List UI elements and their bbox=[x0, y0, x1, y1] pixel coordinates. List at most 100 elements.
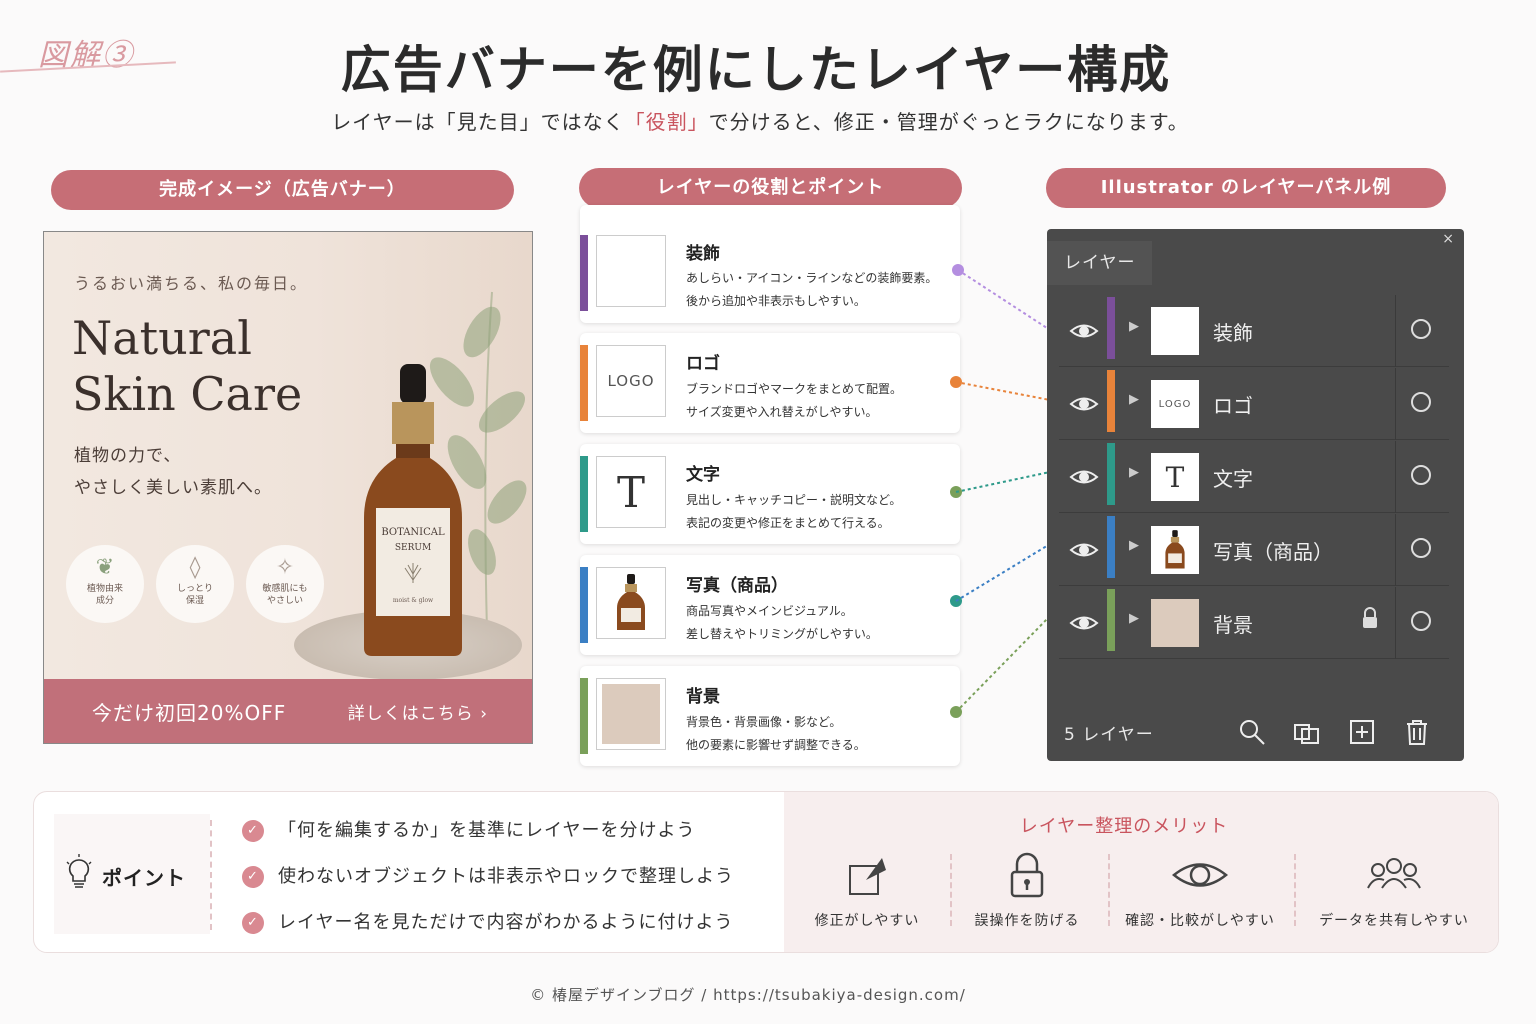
layer-row-decoration[interactable]: ▶ 装飾 bbox=[1059, 295, 1449, 367]
layer-color-bar bbox=[1107, 443, 1115, 505]
trash-icon[interactable] bbox=[1402, 717, 1432, 747]
close-icon[interactable]: × bbox=[1442, 231, 1454, 247]
check-icon: ✓ bbox=[242, 820, 264, 842]
role-desc-line1: 商品写真やメインビジュアル。 bbox=[686, 604, 853, 618]
bottle-label-1: BOTANICAL bbox=[381, 527, 445, 538]
bottle-thumb-icon bbox=[1165, 530, 1185, 569]
tip-text: 「何を編集するか」を基準にレイヤーを分けよう bbox=[278, 820, 696, 841]
role-color-strip bbox=[580, 345, 588, 421]
target-circle-icon[interactable] bbox=[1411, 319, 1431, 339]
eye-icon bbox=[1172, 863, 1228, 887]
layer-row-logo[interactable]: ▶ LOGO ロゴ bbox=[1059, 368, 1449, 440]
badge-line1: しっとり bbox=[176, 584, 213, 594]
banner-copy-line1: 植物の力で、 bbox=[74, 446, 182, 466]
banner-headline-line1: Natural bbox=[72, 311, 252, 365]
connector-decoration bbox=[957, 269, 1051, 331]
merit-divider bbox=[1294, 854, 1296, 926]
badge-moisture: ◊ しっとり 保湿 bbox=[156, 545, 234, 623]
role-description: 商品写真やメインビジュアル。 差し替えやトリミングがしやすい。 bbox=[686, 600, 956, 646]
role-desc-line1: ブランドロゴやマークをまとめて配置。 bbox=[686, 382, 903, 396]
target-circle-icon[interactable] bbox=[1411, 611, 1431, 631]
layer-row-text[interactable]: ▶ T 文字 bbox=[1059, 441, 1449, 513]
badge-line1: 敏感肌にも bbox=[262, 584, 308, 594]
eye-icon[interactable] bbox=[1069, 462, 1099, 492]
bottle-label-2: SERUM bbox=[395, 543, 431, 553]
layer-name[interactable]: 写真（商品） bbox=[1213, 536, 1333, 565]
layer-thumbnail: LOGO bbox=[1151, 380, 1199, 428]
layer-name[interactable]: 装飾 bbox=[1213, 317, 1253, 346]
lightbulb-icon bbox=[66, 854, 92, 888]
subtitle-before: レイヤーは「見た目」ではなく bbox=[331, 110, 625, 134]
eye-icon[interactable] bbox=[1069, 535, 1099, 565]
eye-icon[interactable] bbox=[1069, 389, 1099, 419]
panel-section-label: Illustrator のレイヤーパネル例 bbox=[1046, 168, 1446, 208]
eye-icon[interactable] bbox=[1069, 316, 1099, 346]
serum-bottle-image: BOTANICAL SERUM moist & glow bbox=[364, 364, 462, 656]
cta-details-link[interactable]: 詳しくはこちら › bbox=[348, 699, 488, 724]
badge-line2: 保湿 bbox=[185, 596, 204, 606]
new-layer-icon[interactable] bbox=[1347, 717, 1377, 747]
connector-text bbox=[955, 471, 1051, 493]
cta-bar[interactable]: 今だけ初回20%OFF 詳しくはこちら › bbox=[44, 679, 532, 743]
badge-plant-origin: ❦ 植物由来 成分 bbox=[66, 545, 144, 623]
people-icon bbox=[1367, 858, 1421, 889]
layer-row-photo[interactable]: ▶ 写真（商品） bbox=[1059, 514, 1449, 586]
role-desc-line2: 後から追加や非表示もしやすい。 bbox=[686, 294, 866, 308]
expand-triangle-icon[interactable]: ▶ bbox=[1129, 319, 1139, 334]
role-title: 写真（商品） bbox=[686, 576, 788, 596]
tip-item: ✓ 「何を編集するか」を基準にレイヤーを分けよう bbox=[242, 816, 695, 842]
role-title: 装飾 bbox=[686, 244, 720, 264]
target-circle-icon[interactable] bbox=[1411, 465, 1431, 485]
expand-triangle-icon[interactable]: ▶ bbox=[1129, 611, 1139, 626]
expand-triangle-icon[interactable]: ▶ bbox=[1129, 538, 1139, 553]
edit-icon bbox=[849, 858, 886, 895]
search-icon[interactable] bbox=[1237, 717, 1267, 747]
expand-triangle-icon[interactable]: ▶ bbox=[1129, 465, 1139, 480]
layer-separator bbox=[1395, 514, 1396, 586]
role-desc-line1: あしらい・アイコン・ラインなどの装飾要素。 bbox=[686, 271, 938, 285]
check-icon: ✓ bbox=[242, 912, 264, 934]
roles-section-label: レイヤーの役割とポイント bbox=[579, 168, 962, 208]
decoration-thumbnail bbox=[596, 235, 666, 307]
expand-triangle-icon[interactable]: ▶ bbox=[1129, 392, 1139, 407]
tip-item: ✓ レイヤー名を見ただけで内容がわかるように付けよう bbox=[242, 908, 733, 934]
check-icon: ✓ bbox=[242, 866, 264, 888]
page-subtitle: レイヤーは「見た目」ではなく「役割」で分けると、修正・管理がぐっとラクになります… bbox=[0, 106, 1520, 135]
role-color-strip bbox=[580, 678, 588, 754]
ad-banner: うるおい満ちる、私の毎日。 Natural Skin Care 植物の力で、 や… bbox=[43, 231, 533, 744]
photo-thumbnail bbox=[596, 567, 666, 639]
merits-title: レイヤー整理のメリット bbox=[1019, 816, 1229, 837]
layer-separator bbox=[1395, 587, 1396, 659]
tab-layers[interactable]: レイヤー bbox=[1047, 241, 1152, 285]
bottle-label-3: moist & glow bbox=[393, 597, 434, 604]
merit-item: 誤操作を防げる bbox=[952, 850, 1102, 930]
layer-name[interactable]: ロゴ bbox=[1213, 390, 1253, 419]
clipping-mask-icon[interactable] bbox=[1292, 717, 1322, 747]
layer-separator bbox=[1395, 441, 1396, 513]
lock-icon[interactable] bbox=[1361, 607, 1379, 629]
badge-line2: やさしい bbox=[266, 596, 303, 606]
merit-label: データを共有しやすい bbox=[1319, 913, 1469, 929]
eye-icon[interactable] bbox=[1069, 608, 1099, 638]
subtitle-after: で分けると、修正・管理がぐっとラクになります。 bbox=[708, 110, 1189, 134]
lock-icon bbox=[1010, 852, 1044, 898]
points-merits-section: ポイント ✓ 「何を編集するか」を基準にレイヤーを分けよう ✓ 使わないオブジェクト… bbox=[33, 791, 1499, 953]
role-desc-line2: 他の要素に影響せず調整できる。 bbox=[686, 738, 866, 752]
layer-name[interactable]: 文字 bbox=[1213, 463, 1253, 492]
bottle-thumb-icon bbox=[617, 574, 645, 630]
layer-separator bbox=[1395, 368, 1396, 440]
role-card-decoration: 装飾 あしらい・アイコン・ラインなどの装飾要素。 後から追加や非表示もしやすい。 bbox=[580, 205, 960, 323]
tip-text: レイヤー名を見ただけで内容がわかるように付けよう bbox=[278, 912, 734, 933]
target-circle-icon[interactable] bbox=[1411, 392, 1431, 412]
merit-label: 修正がしやすい bbox=[814, 913, 920, 929]
banner-headline: Natural Skin Care bbox=[72, 310, 302, 422]
badge-sensitive-skin: ✧ 敏感肌にも やさしい bbox=[246, 545, 324, 623]
layer-thumbnail bbox=[1151, 526, 1199, 574]
layer-separator bbox=[1395, 295, 1396, 367]
target-circle-icon[interactable] bbox=[1411, 538, 1431, 558]
layer-color-bar bbox=[1107, 370, 1115, 432]
merits-panel: レイヤー整理のメリット 修正がしやすい 誤操作を防げる 確認・比較がしやすい デ… bbox=[784, 792, 1498, 952]
layer-name[interactable]: 背景 bbox=[1213, 609, 1253, 638]
leaf-icon: ❦ bbox=[95, 555, 115, 580]
layer-row-background[interactable]: ▶ 背景 bbox=[1059, 587, 1449, 659]
